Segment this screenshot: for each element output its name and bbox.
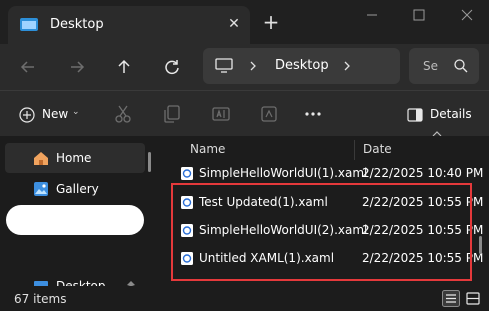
redacted-item: [6, 205, 144, 235]
command-bar: New ⌄ Details: [0, 90, 489, 136]
address-bar[interactable]: Desktop: [203, 48, 400, 84]
share-icon[interactable]: [258, 103, 280, 125]
rename-icon[interactable]: [210, 103, 232, 125]
chevron-right-icon[interactable]: [248, 58, 258, 74]
breadcrumb-desktop[interactable]: Desktop: [275, 58, 329, 73]
gallery-icon: [34, 182, 48, 196]
search-icon[interactable]: [453, 58, 469, 74]
file-name: SimpleHelloWorldUI(1).xaml: [199, 166, 368, 180]
window-close-icon[interactable]: [452, 4, 482, 26]
chevron-right-icon[interactable]: [342, 58, 352, 74]
navigation-bar: Desktop Se: [0, 44, 489, 90]
folder-icon: [20, 18, 38, 31]
tiles-view-icon[interactable]: [464, 290, 482, 307]
file-list-scrollbar[interactable]: [479, 236, 482, 254]
sidebar-item-label: Home: [56, 151, 92, 165]
search-box[interactable]: Se: [409, 48, 479, 84]
new-label: New: [42, 107, 69, 121]
title-bar: Desktop ✕ +: [0, 0, 489, 44]
new-plus-icon: [19, 107, 35, 123]
close-icon[interactable]: ✕: [224, 14, 244, 34]
copy-icon[interactable]: [161, 103, 183, 125]
maximize-icon[interactable]: [404, 4, 434, 26]
details-view-icon[interactable]: [442, 290, 460, 307]
details-label: Details: [430, 107, 472, 121]
details-button[interactable]: Details: [402, 103, 480, 127]
minimize-icon[interactable]: [357, 4, 387, 26]
forward-arrow-icon[interactable]: [62, 52, 92, 82]
home-icon: [34, 152, 48, 165]
up-arrow-icon[interactable]: [109, 52, 139, 82]
this-pc-icon: [215, 58, 233, 73]
status-bar: 67 items: [0, 286, 489, 311]
chevron-down-icon: ⌄: [72, 107, 80, 117]
plus-icon[interactable]: +: [260, 12, 282, 34]
sidebar-scrollbar[interactable]: [148, 152, 151, 172]
sidebar-item-home[interactable]: Home: [5, 143, 145, 173]
tab-desktop[interactable]: Desktop ✕: [8, 6, 250, 44]
more-icon[interactable]: [302, 103, 324, 125]
column-header-date[interactable]: Date: [363, 142, 392, 156]
sidebar-item-label: Gallery: [56, 182, 99, 196]
search-placeholder: Se: [423, 59, 438, 73]
sidebar-item-gallery[interactable]: Gallery: [5, 174, 145, 204]
cut-icon[interactable]: [112, 103, 134, 125]
back-arrow-icon[interactable]: [13, 52, 43, 82]
item-count: 67 items: [14, 292, 67, 306]
file-date: 2/22/2025 10:40 PM: [362, 166, 484, 180]
tab-title: Desktop: [50, 17, 104, 32]
refresh-icon[interactable]: [157, 52, 187, 82]
column-divider[interactable]: [354, 140, 355, 160]
column-header-name[interactable]: Name: [190, 142, 225, 156]
xaml-file-icon: [181, 167, 193, 180]
details-pane-icon: [407, 108, 423, 122]
new-button[interactable]: New ⌄: [14, 103, 86, 127]
highlight-box: [171, 183, 472, 281]
